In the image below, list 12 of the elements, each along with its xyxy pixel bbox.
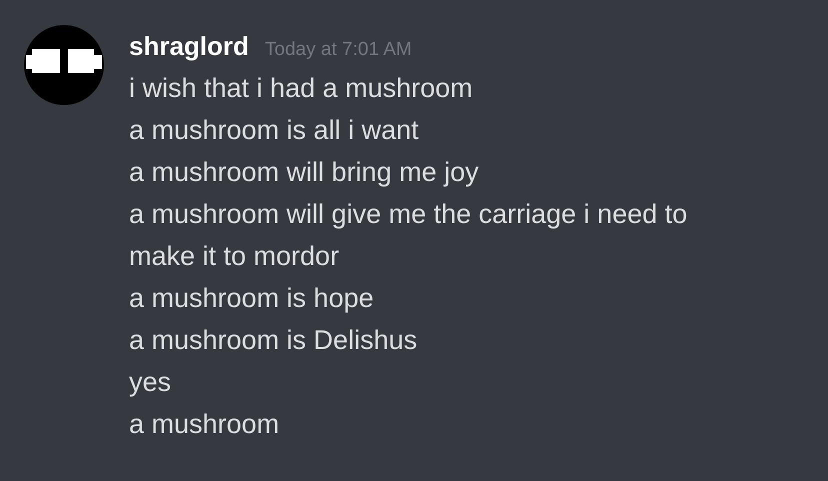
message-text: i wish that i had a mushroom	[129, 72, 473, 105]
message-text: a mushroom is hope	[129, 282, 374, 315]
message-text: make it to mordor	[129, 240, 340, 273]
timestamp: Today at 7:01 AM	[264, 38, 412, 62]
message-text: a mushroom is Delishus	[129, 324, 418, 357]
message-text: a mushroom is all i want	[129, 114, 419, 147]
message-text: a mushroom	[129, 408, 280, 441]
avatar-icon	[24, 25, 104, 105]
message-text: yes	[129, 366, 172, 399]
username[interactable]: shraglord	[129, 27, 249, 66]
message-text: a mushroom will bring me joy	[129, 156, 479, 189]
message-text: a mushroom will give me the carriage i need to	[129, 198, 688, 231]
